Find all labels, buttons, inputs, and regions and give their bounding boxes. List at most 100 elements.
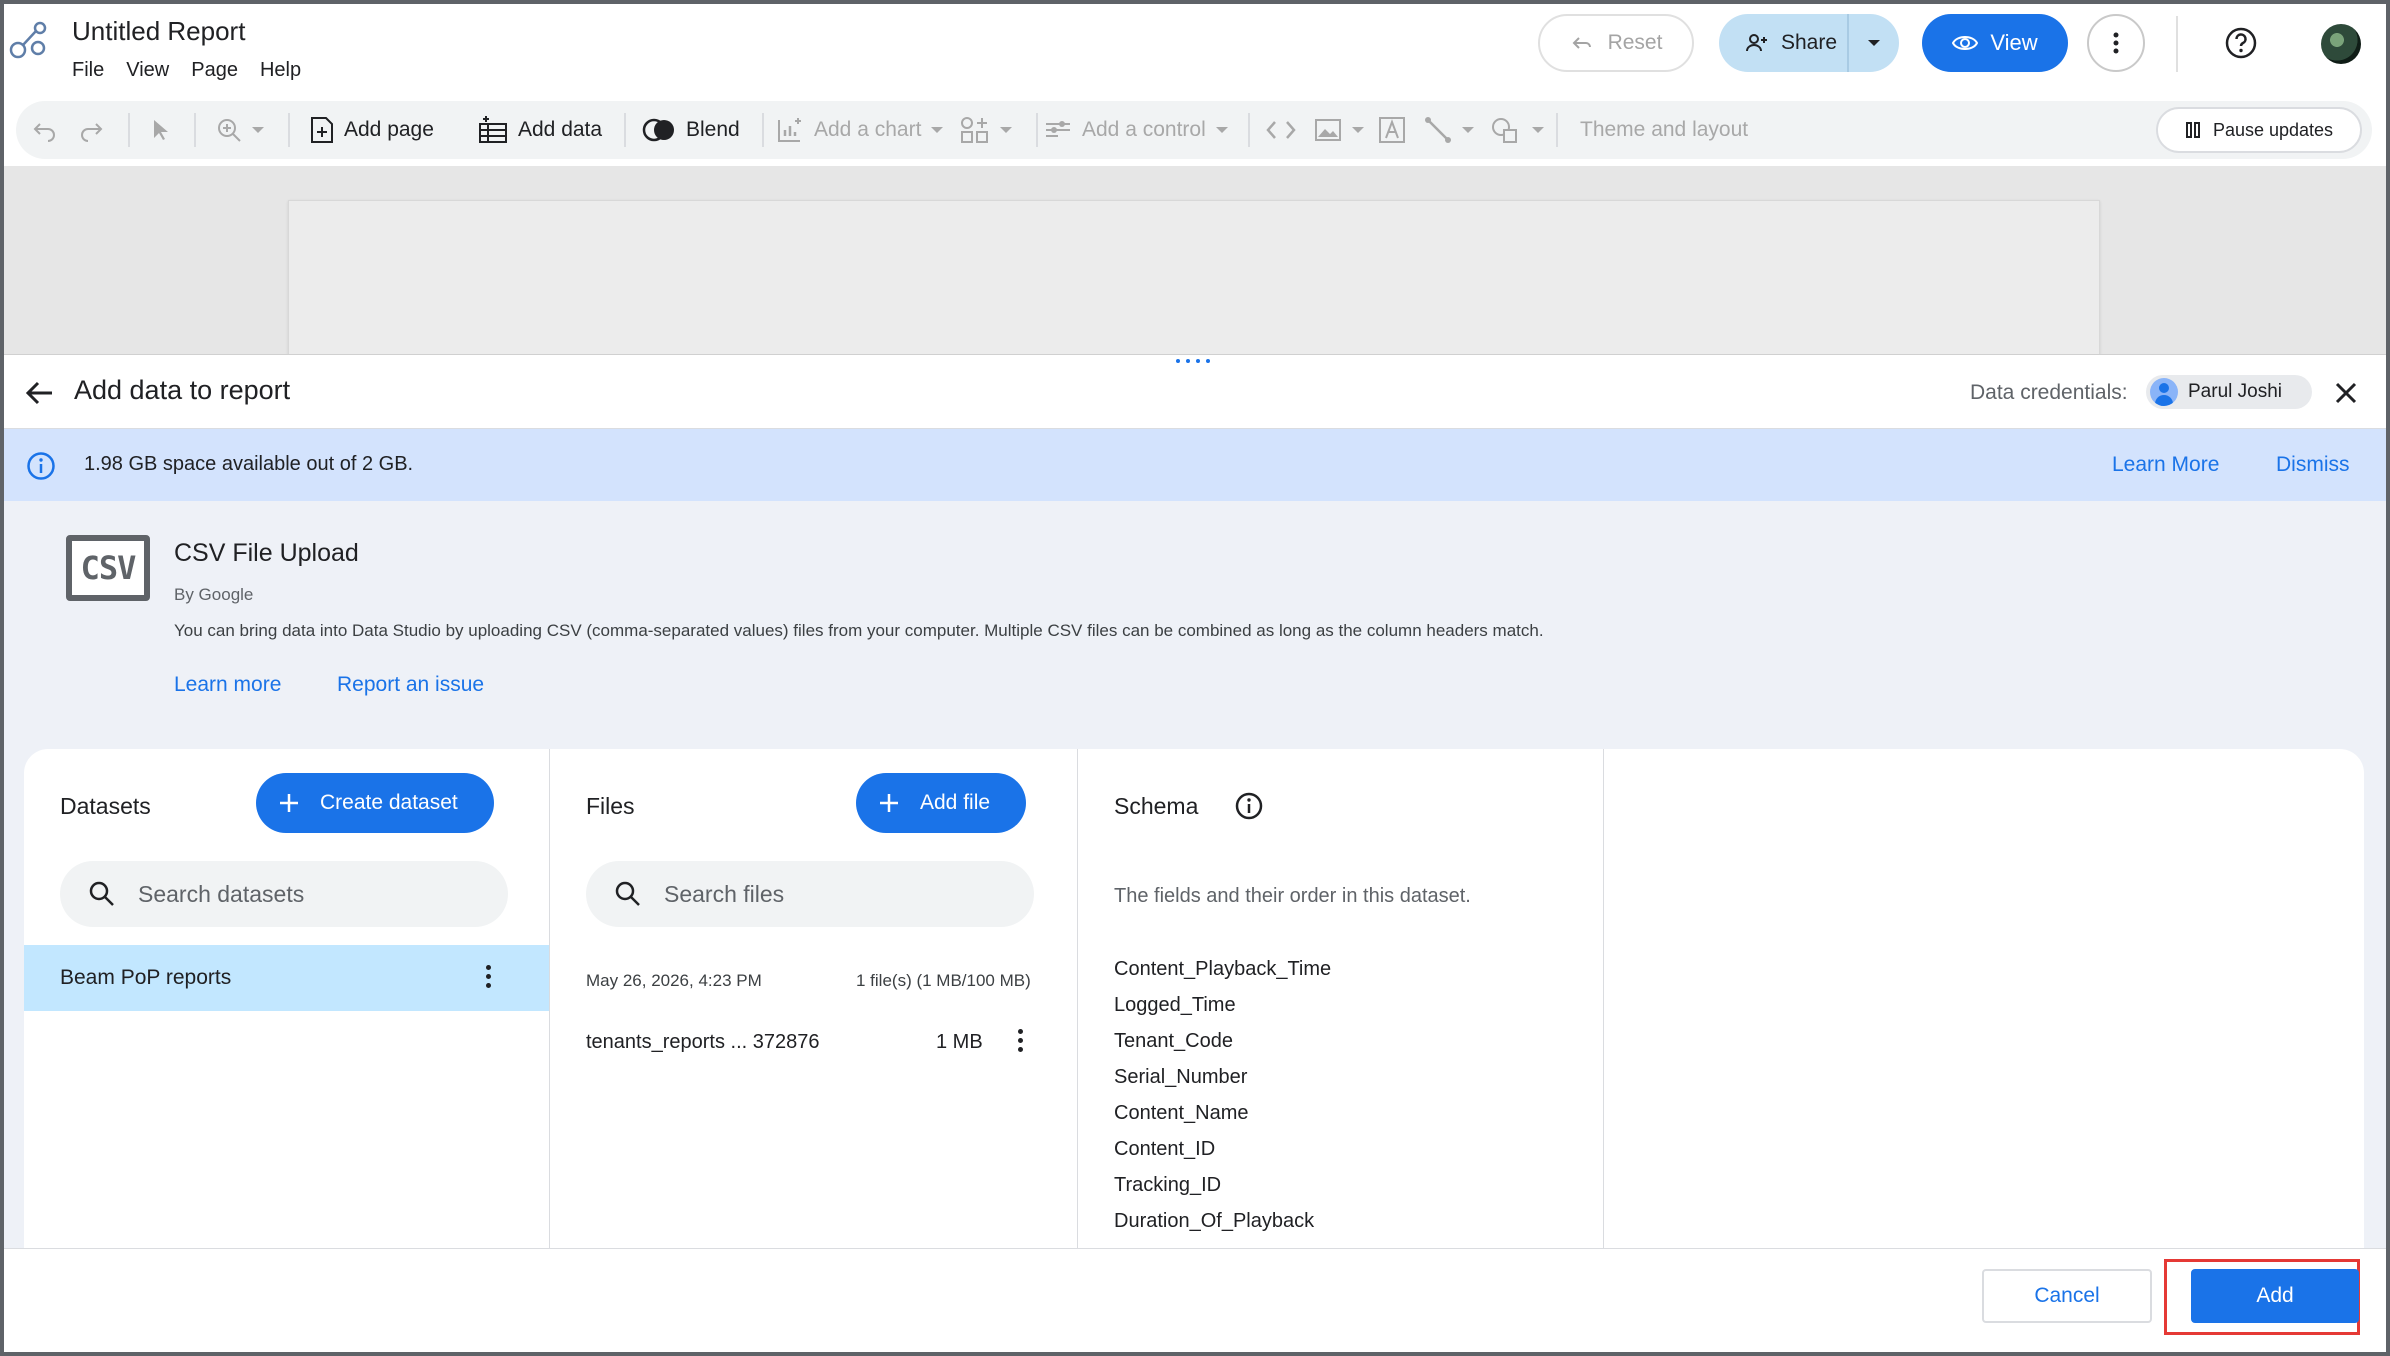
undo-button[interactable] — [32, 101, 58, 159]
help-icon[interactable] — [2224, 26, 2258, 60]
share-button[interactable]: Share — [1719, 14, 1849, 72]
files-column: Files Add file Search files May 26, 2026… — [550, 749, 1078, 1249]
data-credentials-chip[interactable]: Parul Joshi — [2146, 375, 2312, 409]
app-window: Untitled Report File View Page Help Rese… — [0, 0, 2390, 1356]
reset-button[interactable]: Reset — [1538, 14, 1694, 72]
dataset-browser: Datasets Create dataset Search datasets … — [24, 749, 2364, 1249]
add-button[interactable]: Add — [2191, 1269, 2359, 1323]
image-button[interactable] — [1314, 101, 1364, 159]
more-vert-icon — [2113, 32, 2119, 54]
divider — [624, 113, 626, 147]
account-avatar[interactable] — [2321, 24, 2361, 64]
panel-header: Add data to report Data credentials: Par… — [4, 355, 2386, 429]
file-size: 1 MB — [936, 1031, 983, 1053]
zoom-button[interactable] — [216, 101, 264, 159]
schema-column: Schema The fields and their order in thi… — [1078, 749, 1604, 1249]
create-dataset-label: Create dataset — [320, 791, 458, 814]
report-issue-link[interactable]: Report an issue — [337, 673, 484, 697]
back-arrow-icon[interactable] — [24, 377, 56, 409]
caret-down-icon — [252, 127, 264, 133]
file-name[interactable]: tenants_reports ... 372876 — [586, 1031, 820, 1054]
text-button[interactable] — [1378, 101, 1406, 159]
divider — [762, 113, 764, 147]
user-avatar-icon — [2150, 378, 2178, 406]
menu-help[interactable]: Help — [260, 59, 301, 82]
shape-button[interactable] — [1490, 101, 1544, 159]
community-visualizations-button[interactable] — [960, 101, 1012, 159]
add-data-panel: Add data to report Data credentials: Par… — [4, 354, 2386, 1352]
blend-button[interactable]: Blend — [642, 101, 740, 159]
create-dataset-button[interactable]: Create dataset — [256, 773, 494, 833]
add-control-button[interactable]: Add a control — [1044, 101, 1228, 159]
theme-layout-label: Theme and layout — [1580, 118, 1749, 141]
add-data-button[interactable]: Add data — [478, 101, 602, 159]
cursor-icon — [154, 120, 168, 140]
close-icon[interactable] — [2330, 377, 2362, 409]
connector-author: By Google — [174, 585, 254, 604]
theme-layout-button[interactable]: Theme and layout — [1580, 101, 1748, 159]
add-file-button[interactable]: Add file — [856, 773, 1027, 833]
dataset-name: Beam PoP reports — [60, 966, 232, 989]
schema-field: Tracking_ID — [1114, 1174, 1222, 1196]
divider — [2176, 16, 2178, 72]
divider — [1556, 113, 1558, 147]
more-options-button[interactable] — [2087, 14, 2145, 72]
pause-updates-button[interactable]: Pause updates — [2156, 107, 2362, 153]
schema-title: Schema — [1114, 793, 1199, 819]
share-dropdown-button[interactable] — [1849, 14, 1899, 72]
menu-file[interactable]: File — [72, 59, 104, 82]
undo-arrow-icon — [1572, 37, 1591, 49]
view-button[interactable]: View — [1922, 14, 2068, 72]
search-datasets-input[interactable]: Search datasets — [60, 861, 508, 927]
dismiss-link[interactable]: Dismiss — [2276, 453, 2350, 477]
add-control-label: Add a control — [1082, 118, 1206, 141]
caret-down-icon — [1352, 127, 1364, 133]
schema-info-icon[interactable] — [1234, 791, 1264, 821]
add-page-label: Add page — [344, 118, 434, 141]
data-credentials-label: Data credentials: — [1970, 381, 2128, 404]
add-person-icon — [1746, 34, 1767, 52]
file-more-icon[interactable] — [1018, 1029, 1024, 1056]
pause-updates-label: Pause updates — [2212, 119, 2334, 140]
report-title[interactable]: Untitled Report — [72, 16, 245, 47]
schema-field: Tenant_Code — [1114, 1030, 1233, 1052]
storage-info-banner: 1.98 GB space available out of 2 GB. Lea… — [4, 429, 2386, 501]
caret-down-icon — [1868, 40, 1880, 46]
shapes-icon — [1492, 118, 1517, 143]
cancel-button[interactable]: Cancel — [1982, 1269, 2152, 1323]
looker-studio-logo-icon[interactable] — [8, 18, 52, 62]
line-button[interactable] — [1424, 101, 1474, 159]
menu-page[interactable]: Page — [191, 59, 238, 82]
redo-button[interactable] — [78, 101, 104, 159]
schema-field: Content_Playback_Time — [1114, 958, 1332, 980]
dataset-row[interactable]: Beam PoP reports — [24, 945, 549, 1011]
caret-down-icon — [1462, 127, 1474, 133]
view-label: View — [1990, 30, 2038, 55]
add-chart-button[interactable]: Add a chart — [776, 101, 944, 159]
menu-view[interactable]: View — [126, 59, 169, 82]
search-files-input[interactable]: Search files — [586, 861, 1034, 927]
share-label: Share — [1781, 31, 1838, 54]
divider — [128, 113, 130, 147]
add-data-label: Add data — [518, 118, 603, 141]
learn-more-link[interactable]: Learn More — [2112, 453, 2219, 477]
connector-name: CSV File Upload — [174, 539, 359, 567]
report-page[interactable] — [288, 200, 2100, 360]
embed-url-button[interactable] — [1266, 101, 1296, 159]
search-files-placeholder: Search files — [664, 880, 785, 907]
plus-icon — [280, 794, 298, 812]
select-tool-button[interactable] — [150, 101, 170, 159]
dataset-more-icon[interactable] — [486, 965, 492, 992]
upload-timestamp: May 26, 2026, 4:23 PM — [586, 971, 762, 990]
code-icon — [1266, 121, 1296, 139]
resize-handle[interactable] — [1176, 359, 1210, 363]
plus-icon — [880, 794, 898, 812]
schema-field: Duration_Of_Playback — [1114, 1210, 1315, 1232]
empty-column — [1604, 749, 2364, 1249]
add-chart-icon — [778, 118, 801, 142]
redo-icon — [81, 123, 103, 142]
connector-description: You can bring data into Data Studio by u… — [174, 621, 1544, 640]
connector-learn-more-link[interactable]: Learn more — [174, 673, 281, 697]
add-page-button[interactable]: Add page — [310, 101, 434, 159]
blend-icon — [642, 118, 674, 142]
